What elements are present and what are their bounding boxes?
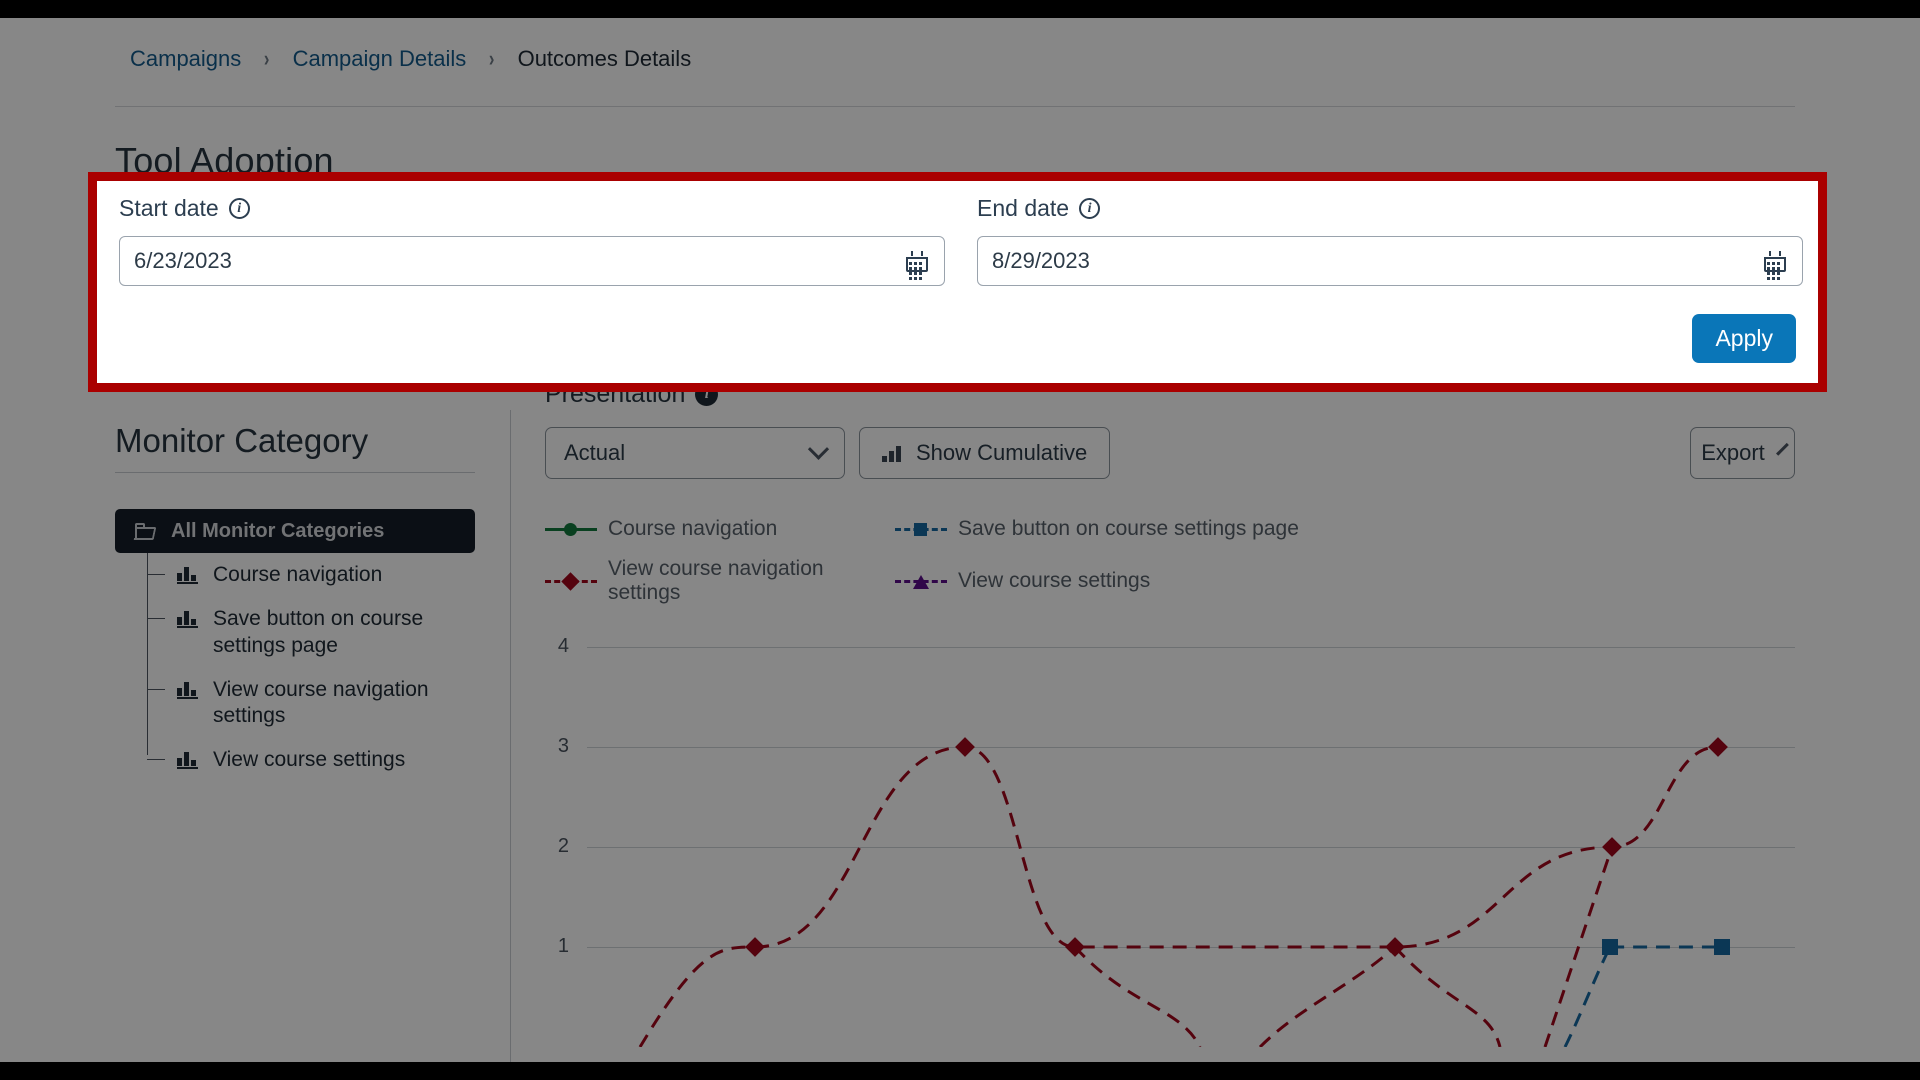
start-date-value: 6/23/2023	[134, 248, 232, 273]
start-date-field: Start date i 6/23/2023	[119, 195, 945, 286]
monitor-category-sidebar: Monitor Category All Monitor Categories	[115, 422, 475, 783]
screenshot-stage: Campaigns › Campaign Details › Outcomes …	[0, 0, 1920, 1080]
sidebar-item-save-button-on-course-settings-page[interactable]: Save button on course settings page	[147, 597, 475, 668]
chart-series-line	[1073, 945, 1202, 1047]
end-date-field: End date i 8/29/2023	[977, 195, 1803, 286]
letterbox-top	[0, 0, 1920, 18]
folder-open-icon	[133, 522, 157, 540]
legend-item[interactable]: Course navigation	[545, 517, 895, 541]
presentation-mode-value: Actual	[564, 440, 626, 465]
legend-marker-square-icon	[895, 521, 947, 537]
breadcrumb-item-campaigns[interactable]: Campaigns	[130, 46, 241, 72]
breadcrumb-item-campaign-details[interactable]: Campaign Details	[293, 46, 467, 72]
sidebar-item-label: View course settings	[213, 748, 406, 772]
breadcrumb-divider	[115, 106, 1795, 107]
chart-series-line	[1258, 945, 1396, 1047]
category-tree-children: Course navigation Save button on course …	[147, 553, 475, 783]
chart-series-line	[1563, 946, 1612, 1047]
legend-label: View course settings	[958, 569, 1151, 592]
date-fields-row: Start date i 6/23/2023 End date i 8/29/2…	[119, 195, 1804, 286]
presentation-mode-select[interactable]: Actual	[545, 427, 845, 479]
show-cumulative-button[interactable]: Show Cumulative	[859, 427, 1111, 479]
legend-marker-triangle-icon	[895, 573, 947, 589]
end-date-value: 8/29/2023	[992, 248, 1090, 273]
legend-item[interactable]: View course navigation settings	[545, 557, 895, 605]
sidebar-item-label: View course navigation settings	[213, 677, 429, 727]
legend-marker-circle-icon	[545, 521, 597, 537]
sidebar-item-view-course-settings[interactable]: View course settings	[147, 738, 475, 782]
chart-data-point[interactable]	[1602, 939, 1618, 955]
letterbox-bottom	[0, 1062, 1920, 1080]
content-lower: Monitor Category All Monitor Categories	[0, 380, 1920, 1062]
bar-chart-icon	[177, 750, 201, 770]
breadcrumb-item-outcomes-details: Outcomes Details	[517, 46, 692, 71]
start-date-input[interactable]: 6/23/2023	[119, 236, 945, 286]
sidebar-item-all-monitor-categories[interactable]: All Monitor Categories	[115, 509, 475, 553]
sidebar-item-course-navigation[interactable]: Course navigation	[147, 553, 475, 597]
legend-marker-diamond-icon	[545, 572, 597, 591]
chart-data-point[interactable]	[1714, 939, 1730, 955]
y-axis-tick-label: 3	[557, 735, 569, 757]
calendar-icon[interactable]	[906, 250, 928, 280]
chevron-down-icon	[1775, 442, 1789, 456]
chart-data-point[interactable]	[1708, 737, 1728, 757]
sidebar-divider	[115, 472, 475, 473]
chart-toolbar: Actual Show Cumulative Export	[545, 427, 1795, 479]
info-icon[interactable]: i	[228, 198, 250, 219]
bar-chart-icon	[882, 445, 903, 462]
end-date-label: End date i	[977, 195, 1803, 222]
chevron-right-icon: ›	[489, 46, 495, 71]
apply-button[interactable]: Apply	[1692, 314, 1796, 363]
legend-label: Course navigation	[608, 517, 778, 540]
legend-item[interactable]: View course settings	[895, 557, 1305, 605]
y-axis-tick-label: 4	[557, 635, 569, 657]
y-axis-tick-label: 2	[557, 835, 569, 857]
chart-data-point[interactable]	[955, 737, 975, 757]
bar-chart-icon	[177, 680, 201, 699]
chevron-right-icon: ›	[264, 46, 270, 71]
chart-series-line	[754, 745, 1719, 949]
chart-plot-area	[587, 627, 1795, 1047]
end-date-input[interactable]: 8/29/2023	[977, 236, 1803, 286]
category-tree: All Monitor Categories Course navigation	[115, 509, 475, 783]
end-date-label-text: End date	[977, 195, 1070, 221]
y-axis-tick-label: 1	[557, 935, 569, 957]
sidebar-title: Monitor Category	[115, 422, 369, 459]
sidebar-item-label: Save button on course settings page	[213, 607, 424, 657]
panel-divider	[510, 410, 511, 1062]
sidebar-item-label: All Monitor Categories	[171, 519, 385, 542]
breadcrumb: Campaigns › Campaign Details › Outcomes …	[130, 46, 691, 72]
chart-panel: Presentation i Actual Show Cumulative Ex…	[545, 380, 1795, 1047]
outcomes-line-chart: 1 2 3 4	[545, 627, 1795, 1047]
bar-chart-icon	[177, 565, 201, 584]
bar-chart-icon	[177, 609, 201, 629]
start-date-label-text: Start date	[119, 195, 219, 221]
export-button[interactable]: Export	[1690, 427, 1795, 479]
chart-series-line	[1393, 945, 1502, 1047]
sidebar-item-label: Course navigation	[213, 563, 383, 586]
chart-svg	[638, 737, 1730, 1047]
chart-series-line	[638, 945, 756, 1047]
calendar-icon[interactable]	[1764, 250, 1786, 280]
legend-item[interactable]: Save button on course settings page	[895, 517, 1305, 541]
show-cumulative-label: Show Cumulative	[916, 440, 1088, 465]
sidebar-item-view-course-navigation-settings[interactable]: View course navigation settings	[147, 668, 475, 739]
legend-label: Save button on course settings page	[958, 517, 1299, 540]
chart-legend: Course navigation Save button on course …	[545, 517, 1305, 605]
date-filter-card: Start date i 6/23/2023 End date i 8/29/2…	[88, 172, 1827, 392]
info-icon[interactable]: i	[1079, 198, 1101, 219]
chevron-down-icon	[807, 438, 830, 460]
export-label: Export	[1701, 440, 1765, 465]
start-date-label: Start date i	[119, 195, 945, 222]
legend-label: View course navigation settings	[608, 557, 824, 604]
